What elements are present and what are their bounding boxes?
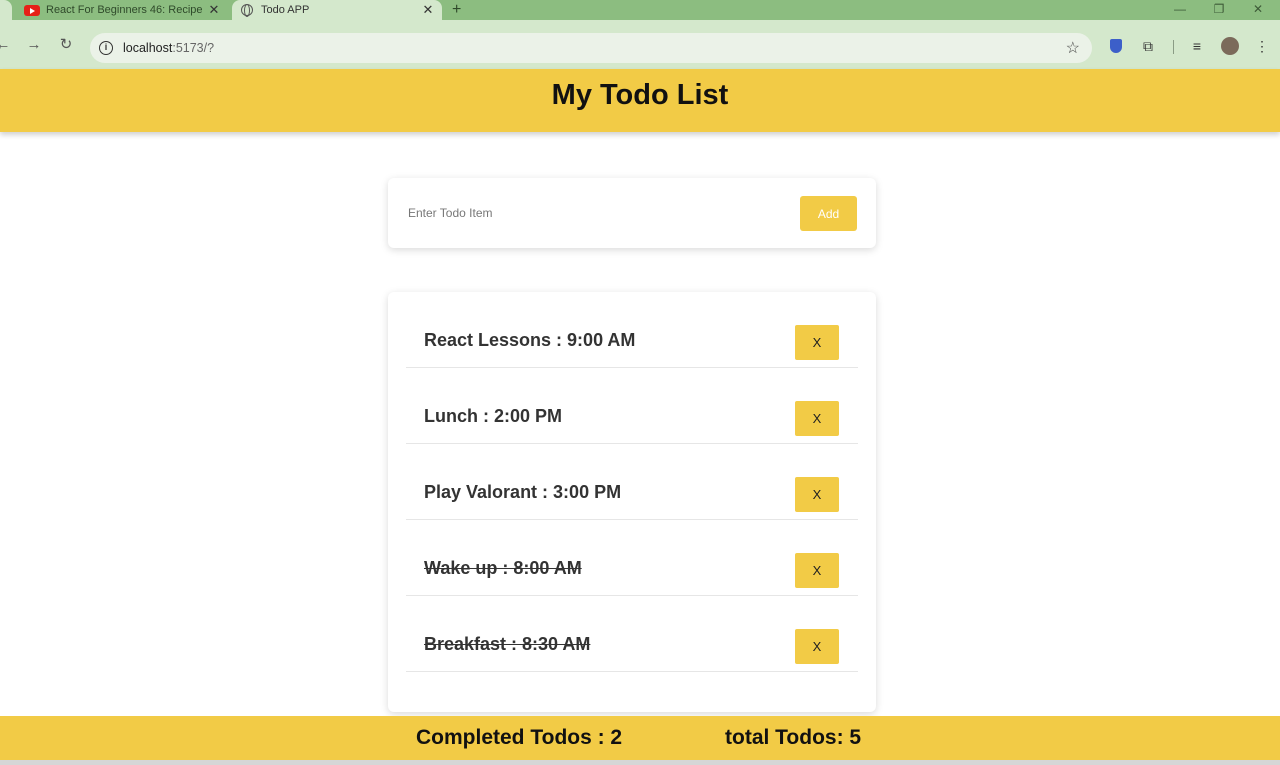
shield-icon (1110, 39, 1122, 53)
todo-item-completed: Wake up : 8:00 AM X (406, 520, 858, 596)
address-bar[interactable]: i localhost:5173/? ☆ (90, 33, 1092, 63)
reload-icon[interactable]: ↻ (57, 36, 75, 54)
todo-input[interactable] (400, 198, 780, 228)
todo-input-card: Add (388, 178, 876, 248)
todo-item: Play Valorant : 3:00 PM X (406, 444, 858, 520)
forward-icon[interactable]: → (25, 36, 43, 54)
tab-title: React For Beginners 46: Recipe (46, 4, 203, 16)
close-icon[interactable]: ✕ (420, 2, 436, 18)
new-tab-button[interactable]: + (452, 0, 461, 20)
delete-button[interactable]: X (795, 553, 839, 588)
extension-shield[interactable] (1106, 37, 1126, 55)
delete-button[interactable]: X (795, 477, 839, 512)
page-title: My Todo List (551, 79, 729, 111)
todo-text[interactable]: Wake up : 8:00 AM (424, 557, 582, 579)
delete-button[interactable]: X (795, 325, 839, 360)
browser-tab-youtube[interactable]: React For Beginners 46: Recipe ✕ (14, 0, 228, 20)
total-count: total Todos: 5 (725, 726, 862, 749)
menu-icon[interactable]: ⋮ (1252, 37, 1272, 55)
delete-button[interactable]: X (795, 629, 839, 664)
browser-tab-todo[interactable]: Todo APP ✕ (232, 0, 442, 20)
tab-edge (0, 0, 12, 20)
app-header: My Todo List (0, 69, 1280, 132)
avatar (1221, 37, 1239, 55)
profile-avatar[interactable] (1220, 37, 1240, 55)
todo-item-completed: Breakfast : 8:30 AM X (406, 596, 858, 672)
browser-toolbar: ← → ↻ i localhost:5173/? ☆ ⧉ ≡ ⋮ (0, 20, 1280, 69)
youtube-icon (24, 4, 40, 16)
todo-item: Lunch : 2:00 PM X (406, 368, 858, 444)
delete-button[interactable]: X (795, 401, 839, 436)
url-text: localhost:5173/? (123, 41, 215, 55)
todo-text[interactable]: Play Valorant : 3:00 PM (424, 481, 621, 503)
bookmark-star-icon[interactable]: ☆ (1066, 38, 1080, 58)
puzzle-icon[interactable]: ⧉ (1138, 37, 1158, 55)
toolbar-divider (1173, 40, 1174, 54)
todo-text[interactable]: Lunch : 2:00 PM (424, 405, 562, 427)
app-footer: Completed Todos : 2 total Todos: 5 (0, 716, 1280, 760)
restore-icon[interactable]: ❐ (1209, 0, 1229, 20)
todo-item: React Lessons : 9:00 AM X (406, 292, 858, 368)
globe-icon (241, 4, 253, 17)
todo-text[interactable]: React Lessons : 9:00 AM (424, 329, 635, 351)
todo-list: React Lessons : 9:00 AM X Lunch : 2:00 P… (388, 292, 876, 712)
tab-title: Todo APP (261, 4, 310, 16)
close-icon[interactable]: ✕ (206, 2, 222, 18)
info-icon[interactable]: i (99, 41, 113, 55)
window-bottom-edge (0, 760, 1280, 765)
window-close-icon[interactable]: ✕ (1248, 0, 1268, 20)
browser-tab-bar: React For Beginners 46: Recipe ✕ Todo AP… (0, 0, 1280, 20)
minimize-icon[interactable]: — (1170, 0, 1190, 20)
todo-text[interactable]: Breakfast : 8:30 AM (424, 633, 590, 655)
add-button[interactable]: Add (800, 196, 857, 231)
back-icon[interactable]: ← (0, 36, 12, 54)
completed-count: Completed Todos : 2 (416, 726, 623, 749)
media-queue-icon[interactable]: ≡ (1187, 37, 1207, 55)
